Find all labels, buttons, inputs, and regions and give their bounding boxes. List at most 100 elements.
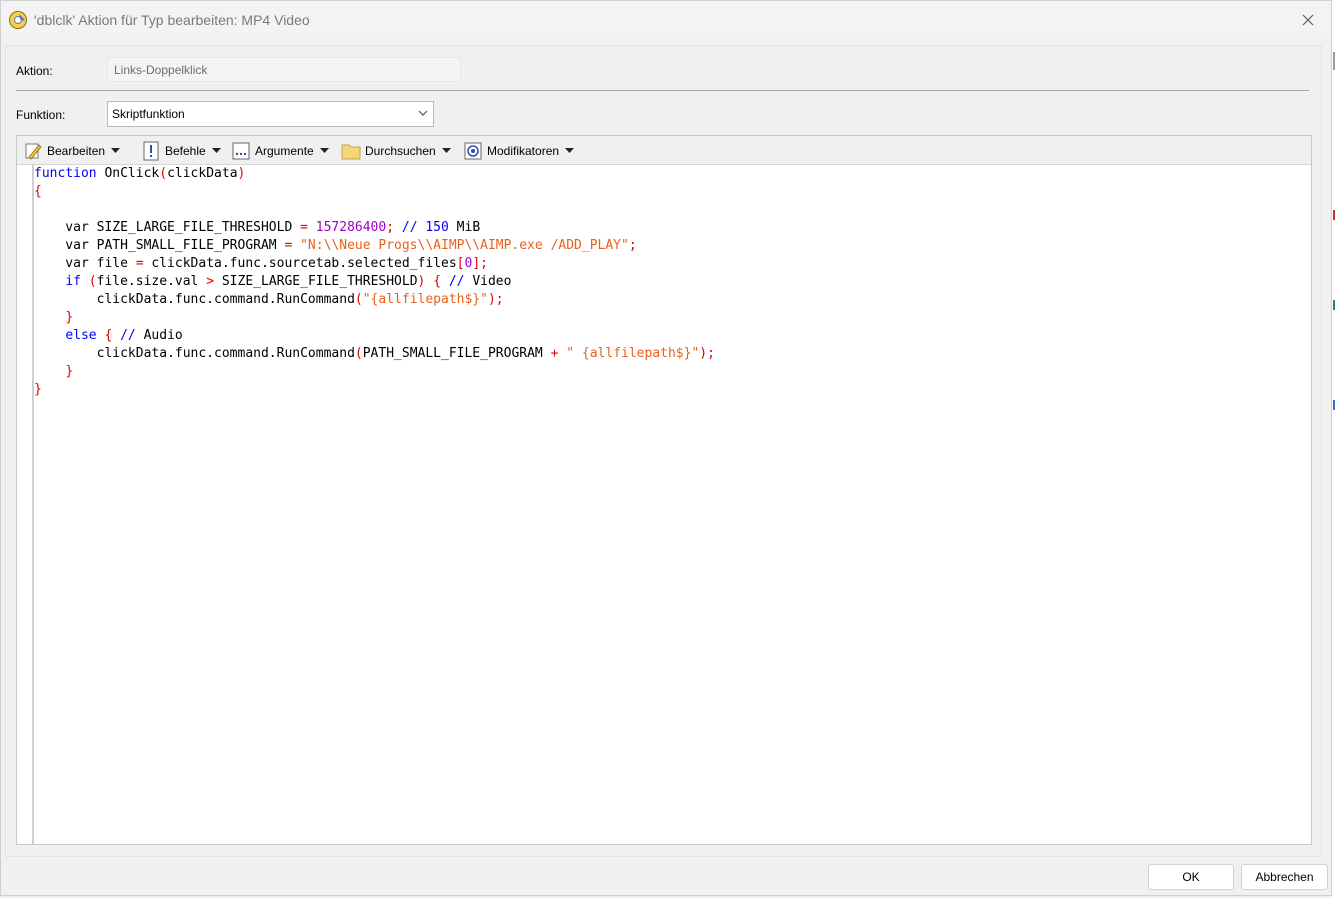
code-token: if	[65, 274, 81, 289]
code-line: var file = clickData.func.sourcetab.sele…	[34, 256, 488, 271]
action-panel: Aktion: Links-Doppelklick Funktion: Skri…	[5, 45, 1322, 857]
code-token: " {allfilepath$}"	[566, 346, 700, 361]
dropdown-arrow-icon	[111, 148, 121, 153]
chevron-down-icon	[418, 110, 428, 116]
code-token: MiB	[448, 220, 481, 235]
code-token: ;	[495, 292, 504, 307]
code-token: ]	[472, 256, 481, 271]
code-token: var PATH_SMALL_FILE_PROGRAM	[34, 238, 285, 253]
code-token: =	[300, 220, 308, 235]
code-editor-area[interactable]: function OnClick(clickData) { var SIZE_L…	[17, 165, 1311, 844]
funktion-select-value: Skriptfunktion	[112, 107, 185, 121]
edit-pencil-icon	[25, 143, 42, 160]
code-line: if (file.size.val > SIZE_LARGE_FILE_THRE…	[34, 274, 511, 289]
code-token: else	[65, 328, 97, 343]
code-line: var PATH_SMALL_FILE_PROGRAM = "N:\\Neue …	[34, 238, 637, 253]
window-title: 'dblclk' Aktion für Typ bearbeiten: MP4 …	[34, 12, 310, 28]
cancel-button[interactable]: Abbrechen	[1241, 864, 1328, 890]
toolbar-modifikatoren-button[interactable]: Modifikatoren	[463, 140, 575, 162]
code-token: )	[487, 292, 496, 307]
code-token: {	[433, 274, 442, 289]
code-token: clickData.func.command.RunCommand	[34, 292, 355, 307]
toolbar-befehle-label: Befehle	[165, 144, 206, 158]
close-button[interactable]	[1285, 1, 1331, 39]
code-token: "{allfilepath$}"	[362, 292, 488, 307]
toolbar-durchsuchen-button[interactable]: Durchsuchen	[341, 140, 451, 162]
folder-icon	[341, 144, 361, 160]
code-token: var file	[34, 256, 136, 271]
code-token: )	[699, 346, 708, 361]
code-token: clickData	[167, 166, 238, 181]
code-token: SIZE_LARGE_FILE_THRESHOLD	[214, 274, 418, 289]
toolbar-durchsuchen-label: Durchsuchen	[365, 144, 436, 158]
arguments-icon	[232, 142, 250, 160]
code-token: ;	[628, 238, 637, 253]
code-token: //	[448, 274, 465, 289]
ok-button[interactable]: OK	[1148, 864, 1234, 890]
code-token: (	[88, 274, 97, 289]
background-window-edge	[1332, 0, 1338, 898]
title-bar: 'dblclk' Aktion für Typ bearbeiten: MP4 …	[1, 1, 1331, 39]
editor-toolbar: Bearbeiten Befehle Argumente Durchsuchen…	[17, 136, 1311, 165]
commands-icon	[143, 141, 159, 161]
code-token: clickData.func.sourcetab.selected_files	[143, 256, 457, 271]
code-token: }	[65, 310, 74, 325]
code-token: }	[34, 382, 42, 397]
close-icon	[1302, 14, 1314, 26]
code-line: }	[34, 364, 73, 379]
code-token: >	[206, 274, 215, 289]
code-token: (	[354, 346, 363, 361]
dropdown-arrow-icon	[565, 148, 575, 153]
code-token: function	[34, 166, 97, 181]
dropdown-arrow-icon	[441, 148, 451, 153]
toolbar-bearbeiten-button[interactable]: Bearbeiten	[23, 140, 121, 162]
dropdown-arrow-icon	[211, 148, 221, 153]
dialog-window: 'dblclk' Aktion für Typ bearbeiten: MP4 …	[0, 0, 1332, 896]
code-token: )	[237, 166, 246, 181]
app-icon	[9, 11, 27, 29]
code-token: PATH_SMALL_FILE_PROGRAM	[362, 346, 551, 361]
code-token: ;	[707, 346, 715, 361]
code-token: }	[65, 364, 74, 379]
modifiers-icon	[464, 142, 482, 160]
code-line: clickData.func.command.RunCommand("{allf…	[34, 292, 504, 307]
code-token: 157286400	[315, 220, 387, 235]
code-line: function OnClick(clickData)	[34, 166, 245, 181]
funktion-label: Funktion:	[16, 108, 66, 122]
toolbar-argumente-label: Argumente	[255, 144, 314, 158]
code-line: {	[34, 184, 42, 199]
code-token: (	[159, 166, 168, 181]
code-token: // 150	[401, 220, 449, 235]
code-line: clickData.func.command.RunCommand(PATH_S…	[34, 346, 715, 361]
code-token: OnClick	[96, 166, 160, 181]
funktion-select[interactable]: Skriptfunktion	[107, 101, 434, 127]
code-token: Video	[464, 274, 512, 289]
code-line: var SIZE_LARGE_FILE_THRESHOLD = 15728640…	[34, 220, 480, 235]
code-token: (	[354, 292, 363, 307]
code-token: //	[120, 328, 136, 343]
code-line: }	[34, 382, 42, 397]
code-token: clickData.func.command.RunCommand	[34, 346, 355, 361]
separator	[16, 90, 1309, 91]
dropdown-arrow-icon	[319, 148, 329, 153]
code-token: file.size.val	[96, 274, 207, 289]
code-line: else { // Audio	[34, 328, 182, 343]
code-line: }	[34, 310, 73, 325]
script-editor: Bearbeiten Befehle Argumente Durchsuchen…	[16, 135, 1312, 845]
code-text[interactable]: function OnClick(clickData) { var SIZE_L…	[34, 165, 715, 399]
toolbar-befehle-button[interactable]: Befehle	[141, 140, 221, 162]
code-token: var SIZE_LARGE_FILE_THRESHOLD	[34, 220, 301, 235]
toolbar-argumente-button[interactable]: Argumente	[231, 140, 329, 162]
aktion-label: Aktion:	[16, 64, 53, 78]
code-token: {	[34, 184, 42, 199]
